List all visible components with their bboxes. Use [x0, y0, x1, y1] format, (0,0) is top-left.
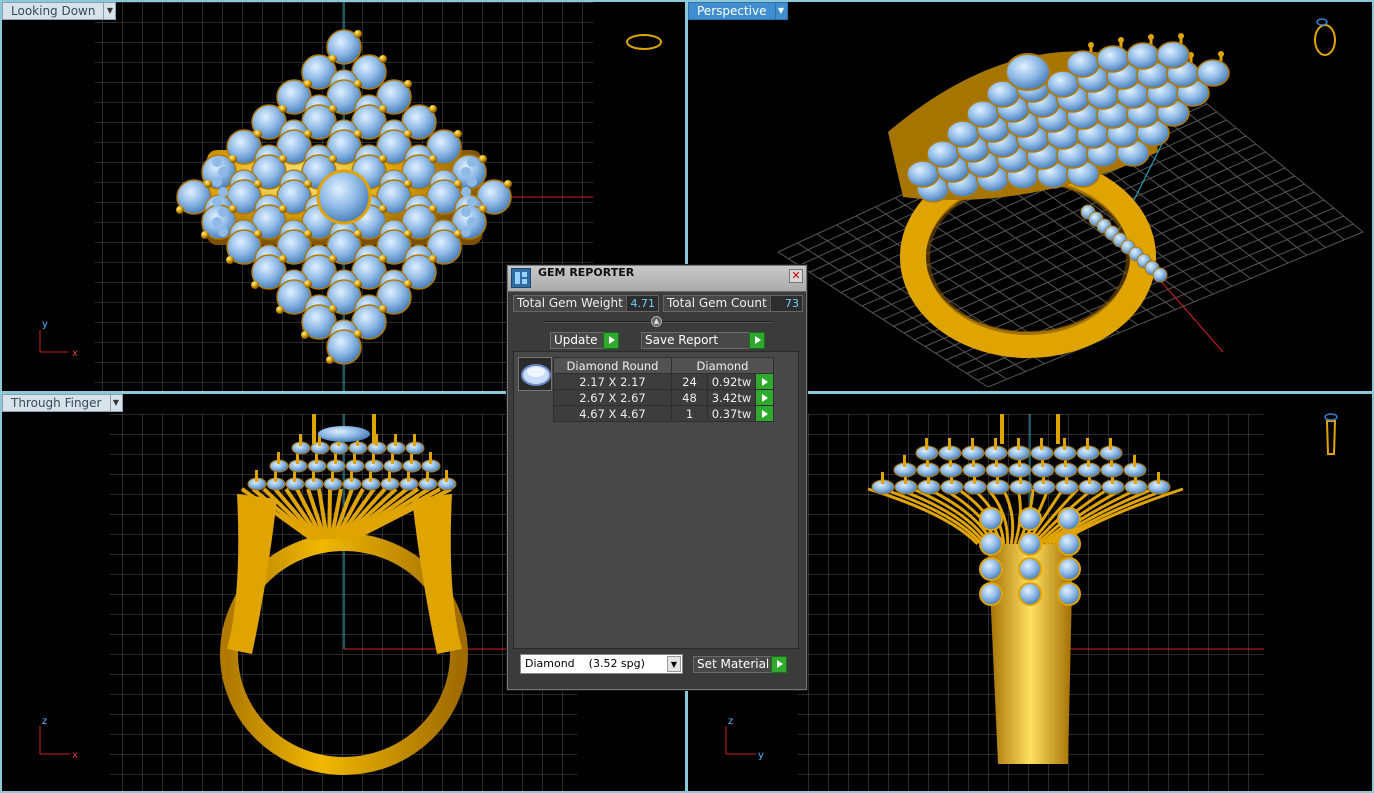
total-gem-weight-label: Total Gem Weight [514, 296, 627, 311]
viewport-name[interactable]: Looking Down [2, 2, 105, 20]
close-icon[interactable]: ✕ [789, 269, 803, 283]
select-row-icon[interactable] [755, 373, 774, 390]
viewport-label-through-finger[interactable]: Through Finger ▼ [2, 394, 123, 412]
play-icon[interactable] [603, 332, 619, 349]
set-material-label: Set Material [697, 657, 770, 671]
axis-z-label: z [728, 716, 733, 727]
panel-divider-slider[interactable]: ▲ [543, 316, 773, 327]
axis-z-label: z [42, 716, 47, 727]
viewport-label-perspective[interactable]: Perspective ▼ [688, 2, 788, 20]
gem-weight: 0.92tw [707, 373, 756, 390]
save-report-label: Save Report [645, 333, 719, 347]
material-select-value: Diamond (3.52 spg) [525, 657, 645, 670]
gem-reporter-dialog[interactable]: GEM REPORTER ✕ Total Gem Weight 4.71 Tot… [507, 265, 807, 690]
gem-size: 2.17 X 2.17 [553, 373, 672, 390]
viewport-name[interactable]: Through Finger [2, 394, 111, 412]
gem-size: 2.67 X 2.67 [553, 389, 672, 406]
gem-table: Diamond Round Diamond 2.17 X 2.17 24 0.9… [553, 357, 774, 422]
total-gem-count-field: Total Gem Count 73 [663, 295, 803, 312]
dialog-title: GEM REPORTER [538, 266, 635, 279]
axis-x-label: x [72, 750, 78, 761]
ring-icon[interactable] [1324, 413, 1338, 455]
header-material: Diamond [671, 357, 774, 374]
update-button[interactable]: Update [550, 332, 619, 349]
dialog-title-bar[interactable]: GEM REPORTER ✕ [508, 266, 806, 292]
save-report-button[interactable]: Save Report [641, 332, 765, 349]
total-gem-count-value: 73 [785, 297, 799, 310]
gem-count: 24 [671, 373, 708, 390]
view-cube-icon[interactable] [626, 34, 662, 50]
viewport-label-looking-down[interactable]: Looking Down ▼ [2, 2, 117, 20]
chevron-down-icon[interactable]: ▼ [667, 656, 681, 672]
gem-reporter-logo-icon [511, 268, 531, 288]
gem-count: 48 [671, 389, 708, 406]
collapse-icon[interactable]: ▲ [651, 316, 662, 327]
totals-row: Total Gem Weight 4.71 Total Gem Count 73 [513, 295, 803, 313]
diamond-round-icon [518, 357, 552, 391]
header-shape: Diamond Round [553, 357, 672, 374]
table-row[interactable]: 4.67 X 4.67 1 0.37tw [553, 405, 774, 422]
total-gem-weight-field: Total Gem Weight 4.71 [513, 295, 659, 312]
play-icon[interactable] [749, 332, 765, 349]
play-icon[interactable] [771, 656, 787, 673]
chevron-down-icon[interactable]: ▼ [775, 2, 788, 20]
gem-weight: 0.37tw [707, 405, 756, 422]
gem-list-panel: Diamond Round Diamond 2.17 X 2.17 24 0.9… [513, 351, 799, 649]
ring-icon[interactable] [1314, 18, 1336, 56]
chevron-down-icon[interactable]: ▼ [104, 2, 117, 20]
update-label: Update [554, 333, 598, 347]
total-gem-weight-value: 4.71 [630, 297, 656, 310]
center-stone [316, 169, 372, 225]
gem-weight: 3.42tw [707, 389, 756, 406]
set-material-button[interactable]: Set Material [693, 656, 787, 673]
table-row[interactable]: 2.67 X 2.67 48 3.42tw [553, 389, 774, 406]
total-gem-count-label: Total Gem Count [664, 296, 771, 311]
material-select[interactable]: Diamond (3.52 spg) ▼ [520, 654, 683, 674]
gem-size: 4.67 X 4.67 [553, 405, 672, 422]
axis-y-label: y [758, 750, 764, 761]
app-window: y x Looking Down ▼ Perspective ▼ z x Thr… [0, 0, 1374, 793]
chevron-down-icon[interactable]: ▼ [110, 394, 123, 412]
select-row-icon[interactable] [755, 389, 774, 406]
gem-count: 1 [671, 405, 708, 422]
axis-y-label: y [42, 319, 48, 330]
table-row[interactable]: 2.17 X 2.17 24 0.92tw [553, 373, 774, 390]
viewport-name[interactable]: Perspective [688, 2, 776, 20]
select-row-icon[interactable] [755, 405, 774, 422]
axis-x-label: x [72, 348, 78, 359]
